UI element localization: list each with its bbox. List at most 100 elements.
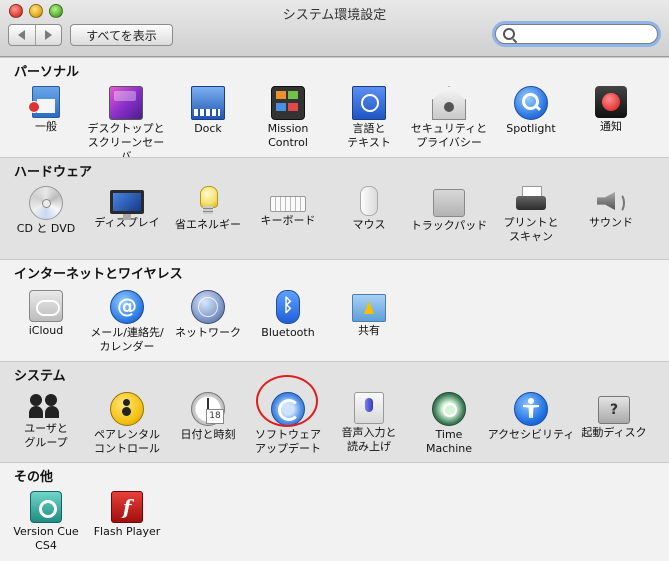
keyboard-icon — [270, 196, 306, 212]
icloud-icon — [29, 290, 63, 322]
pref-flash-player[interactable]: f Flash Player — [84, 491, 170, 539]
pref-label: Dock — [194, 122, 222, 135]
pref-display[interactable]: ディスプレイ — [84, 186, 170, 230]
pref-language-text[interactable]: 言語と テキスト — [326, 86, 412, 150]
users-groups-icon — [29, 392, 63, 420]
date-time-icon — [191, 392, 225, 426]
sharing-icon — [352, 294, 386, 322]
bluetooth-icon: ᛒ — [276, 290, 300, 324]
pref-label: アクセシビリティ — [487, 428, 575, 441]
back-button[interactable] — [9, 25, 35, 45]
forward-button[interactable] — [34, 25, 62, 45]
pref-network[interactable]: ネットワーク — [165, 290, 251, 340]
pref-sound[interactable]: サウンド — [568, 186, 654, 230]
pref-label: 音声入力と 読み上げ — [341, 426, 397, 453]
accessibility-icon — [514, 392, 548, 426]
search-icon — [503, 28, 515, 40]
pref-label: 日付と時刻 — [180, 428, 236, 441]
pref-parental-controls[interactable]: ペアレンタル コントロール — [84, 392, 170, 456]
chevron-left-icon — [18, 30, 26, 40]
show-all-button[interactable]: すべてを表示 — [70, 24, 173, 46]
section-internet-wireless: インターネットとワイヤレス iCloud @ メール/連絡先/ カレンダー ネッ… — [0, 259, 669, 361]
language-text-icon — [352, 86, 386, 120]
pref-dictation-speech[interactable]: 音声入力と 読み上げ — [326, 392, 412, 454]
pref-label: サウンド — [589, 216, 633, 229]
pref-keyboard[interactable]: キーボード — [245, 186, 331, 228]
pref-label: ペアレンタル コントロール — [94, 428, 160, 455]
pref-label: Time Machine — [425, 428, 473, 455]
display-icon — [110, 190, 144, 220]
pref-startup-disk[interactable]: ? 起動ディスク — [572, 392, 656, 440]
search-field[interactable] — [495, 24, 658, 44]
pref-label: トラックパッド — [410, 219, 488, 232]
pref-notifications[interactable]: 通知 — [568, 86, 654, 134]
pref-label: 一般 — [35, 120, 57, 133]
startup-disk-icon: ? — [598, 396, 630, 424]
pref-label: ソフトウェア アップデート — [255, 428, 321, 455]
section-system: システム ユーザと グループ ペアレンタル コントロール 日付と時刻 ソフトウェ… — [0, 361, 669, 462]
energy-saver-icon — [200, 186, 218, 216]
pref-desktop-screensaver[interactable]: デスクトップと スクリーンセーバ — [83, 86, 169, 164]
desktop-screensaver-icon — [109, 86, 143, 120]
security-privacy-icon — [432, 86, 466, 120]
pref-mouse[interactable]: マウス — [326, 186, 412, 232]
pref-label: Version Cue CS4 — [13, 525, 79, 552]
pref-print-scan[interactable]: プリントと スキャン — [488, 186, 574, 244]
pref-label: CD と DVD — [16, 222, 76, 235]
section-title: その他 — [14, 470, 54, 485]
pref-users-groups[interactable]: ユーザと グループ — [3, 392, 89, 450]
pref-energy-saver[interactable]: 省エネルギー — [165, 186, 251, 232]
notifications-icon — [595, 86, 627, 118]
pref-label: 通知 — [600, 120, 622, 133]
pref-date-time[interactable]: 日付と時刻 — [165, 392, 251, 442]
pref-label: Flash Player — [93, 525, 161, 538]
pref-mail-contacts-calendar[interactable]: @ メール/連絡先/ カレンダー — [84, 290, 170, 354]
version-cue-icon — [30, 491, 62, 523]
pref-general[interactable]: 一般 — [3, 86, 89, 134]
pref-time-machine[interactable]: Time Machine — [406, 392, 492, 456]
pref-sharing[interactable]: 共有 — [326, 290, 412, 338]
network-icon — [191, 290, 225, 324]
section-personal: パーソナル 一般 デスクトップと スクリーンセーバ Dock Mission C… — [0, 57, 669, 163]
section-title: インターネットとワイヤレス — [14, 267, 183, 282]
pref-label: キーボード — [260, 214, 316, 227]
pref-bluetooth[interactable]: ᛒ Bluetooth — [245, 290, 331, 340]
pref-label: プリントと スキャン — [503, 216, 559, 243]
pref-spotlight[interactable]: Spotlight — [488, 86, 574, 136]
pref-label: 起動ディスク — [581, 426, 647, 439]
pref-label: 言語と テキスト — [347, 122, 391, 149]
window-title: システム環境設定 — [282, 8, 387, 23]
pref-dock[interactable]: Dock — [165, 86, 251, 136]
spotlight-icon — [514, 86, 548, 120]
sound-icon — [597, 186, 625, 214]
section-other: その他 Version Cue CS4 f Flash Player — [0, 462, 669, 561]
section-title: パーソナル — [14, 65, 80, 80]
title-bar: システム環境設定 すべてを表示 — [0, 0, 669, 57]
dictation-speech-icon — [354, 392, 384, 424]
dock-icon — [191, 86, 225, 120]
search-input[interactable] — [518, 26, 652, 44]
pref-icloud[interactable]: iCloud — [3, 290, 89, 338]
parental-controls-icon — [110, 392, 144, 426]
pref-label: Mission Control — [267, 122, 309, 149]
mail-contacts-calendar-icon: @ — [110, 290, 144, 324]
pref-label: マウス — [352, 218, 386, 231]
pref-label: セキュリティと プライバシー — [410, 122, 488, 149]
pref-cd-dvd[interactable]: CD と DVD — [3, 186, 89, 236]
back-forward-control — [8, 24, 62, 46]
pref-version-cue[interactable]: Version Cue CS4 — [3, 491, 89, 553]
pref-label: ユーザと グループ — [24, 422, 68, 449]
pref-label: メール/連絡先/ カレンダー — [90, 326, 164, 353]
system-preferences-window: システム環境設定 すべてを表示 パーソナル 一般 デスクトップと スクリーンセー… — [0, 0, 669, 561]
pref-mission-control[interactable]: Mission Control — [245, 86, 331, 150]
pref-accessibility[interactable]: アクセシビリティ — [485, 392, 577, 442]
section-title: ハードウェア — [14, 165, 93, 180]
pref-security-privacy[interactable]: セキュリティと プライバシー — [406, 86, 492, 150]
mission-control-icon — [271, 86, 305, 120]
cd-dvd-icon — [29, 186, 63, 220]
flash-player-icon: f — [111, 491, 143, 523]
pref-label: Bluetooth — [261, 326, 315, 339]
pref-label: Spotlight — [506, 122, 556, 135]
trackpad-icon — [433, 189, 465, 217]
pref-trackpad[interactable]: トラックパッド — [406, 186, 492, 233]
